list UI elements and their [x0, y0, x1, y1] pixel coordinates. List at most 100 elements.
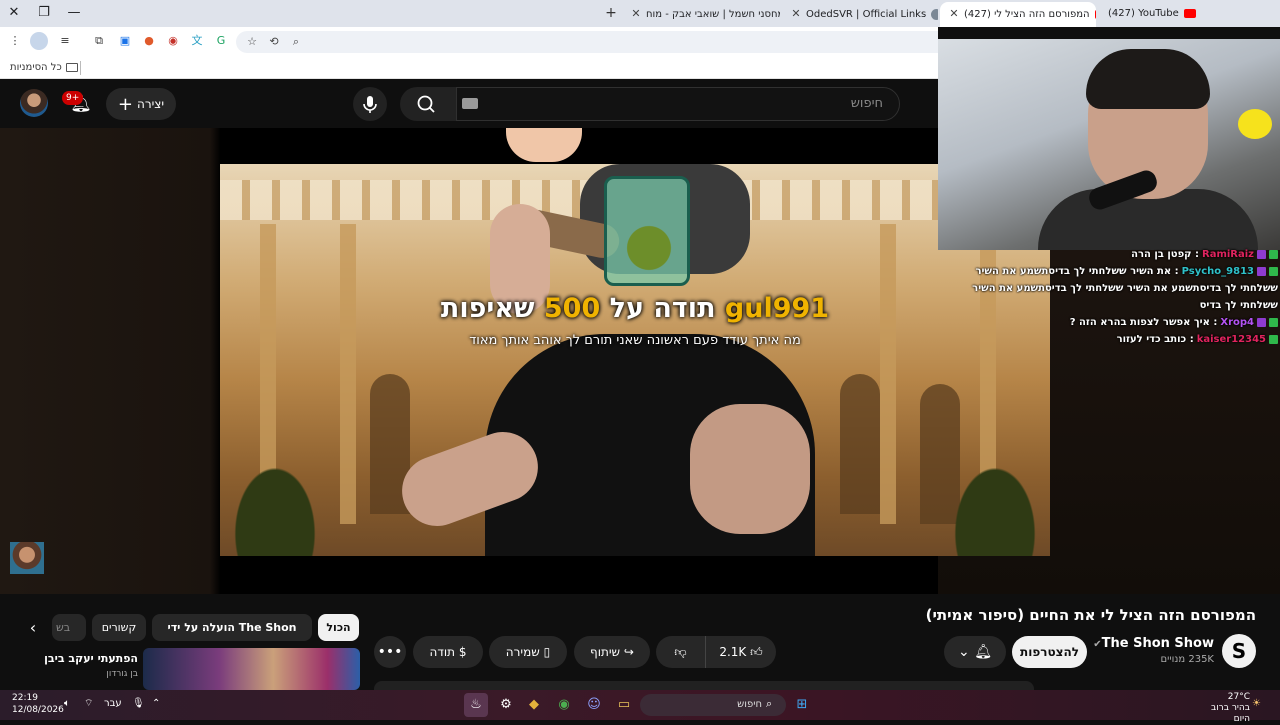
maximize-icon[interactable]: ❐: [34, 4, 54, 22]
recommended-video-thumbnail[interactable]: [143, 648, 360, 690]
like-button[interactable]: 2.1K 👍︎: [706, 636, 776, 668]
bookmarks-folder-label: כל הסימניות: [10, 62, 62, 73]
discord-icon[interactable]: ☺: [582, 693, 606, 717]
tray-chevron-up-icon[interactable]: ⌃: [152, 697, 160, 711]
create-button[interactable]: + יצירה: [106, 88, 176, 120]
microphone-icon[interactable]: 🎙︎: [132, 697, 145, 711]
recommended-video-author: בן גורדון: [106, 669, 138, 679]
windows-start-icon[interactable]: ⊞: [790, 693, 814, 717]
tab-close-icon[interactable]: ✕: [948, 2, 960, 26]
file-explorer-icon[interactable]: ▭: [612, 693, 636, 717]
chip-partial[interactable]: בש: [52, 614, 86, 641]
share-label: שיתוף: [590, 645, 621, 659]
extension-red-icon[interactable]: ◉: [164, 32, 182, 50]
menu-dots-icon[interactable]: ⋮: [6, 32, 24, 50]
weather-desc: בהיר ברוב היום: [1211, 703, 1250, 724]
share-arrow-icon: ↪: [623, 645, 634, 659]
language-indicator[interactable]: עבר: [104, 697, 122, 711]
tab-store[interactable]: ✕ מחסני חשמל | שואבי אבק - מוח: [622, 2, 780, 27]
divider: [80, 61, 81, 75]
chip-all[interactable]: הכול: [318, 614, 359, 641]
search-button[interactable]: [400, 87, 456, 121]
chip-uploaded-by[interactable]: הועלה על ידי The Shon Show: [152, 614, 312, 661]
donation-amount: 500: [543, 293, 601, 324]
chrome-icon[interactable]: ◉: [552, 693, 576, 717]
search-input[interactable]: חיפוש: [456, 87, 900, 121]
subscription-bell-button[interactable]: ⌄ 🔔︎: [944, 636, 1006, 668]
weather-widget[interactable]: 27°C בהיר ברוב היום: [1196, 692, 1250, 725]
tab-oded-links[interactable]: ✕ OdedSVR | Official Links: [782, 2, 938, 27]
tab-youtube[interactable]: (427) YouTube: [1100, 2, 1260, 27]
taskbar-search[interactable]: חיפוש: [640, 694, 786, 716]
chevron-left-icon[interactable]: ‹: [20, 614, 46, 641]
like-count: 2.1K: [719, 645, 747, 659]
notification-badge: 9+: [62, 91, 84, 105]
chat-username: kaiser12345: [1196, 334, 1266, 345]
tab-title: מחסני חשמל | שואבי אבק - מוח: [646, 9, 780, 20]
profile-icon[interactable]: [30, 32, 48, 50]
account-avatar[interactable]: [20, 89, 48, 117]
minimize-icon[interactable]: —: [64, 4, 84, 22]
description-box[interactable]: [374, 681, 1034, 690]
stream-chat: RamiRaiz: קפטן בן הרה Psycho_9813: את הש…: [938, 246, 1280, 348]
save-label: שמירה: [505, 645, 540, 659]
chat-message: Xrop4: איך אפשר לצפות בהרא הזה ?: [950, 314, 1280, 331]
donation-unit: שאיפות: [440, 293, 535, 324]
tab-current-video[interactable]: ✕ (427) המפורסם הזה הציל לי: [940, 2, 1096, 27]
clock-time: 22:19: [12, 693, 38, 703]
video-frame[interactable]: [220, 164, 1050, 556]
extensions-icon[interactable]: ⧉: [90, 32, 108, 50]
voice-search-button[interactable]: [353, 87, 387, 121]
volume-icon[interactable]: 🔈︎: [64, 697, 70, 711]
chat-message: kaiser12345: כותב כדי לעזור: [950, 331, 1280, 348]
reading-list-icon[interactable]: ≡: [56, 32, 74, 50]
chat-username: Xrop4: [1220, 317, 1254, 328]
extension-orange-icon[interactable]: ●: [140, 32, 158, 50]
install-icon[interactable]: ⟲: [266, 34, 282, 50]
extension-screen-icon[interactable]: ▣: [116, 32, 134, 50]
new-tab-icon[interactable]: +: [603, 4, 619, 22]
extension-grammarly-icon[interactable]: G: [212, 32, 230, 50]
thumbs-down-icon: 👎︎: [674, 645, 687, 659]
chat-message: RamiRaiz: קפטן בן הרה: [950, 246, 1280, 263]
chat-text: איך אפשר לצפות בהרא הזה ?: [1069, 317, 1210, 328]
subscriber-count: 235K מנויים: [1160, 654, 1214, 665]
recommended-video-title[interactable]: הפתעתי יעקב ביבן: [20, 652, 138, 665]
microphone-icon: [363, 96, 377, 113]
zoom-icon[interactable]: ⌕: [288, 34, 304, 50]
thanks-button[interactable]: תודה $: [413, 636, 483, 668]
address-bar[interactable]: [236, 31, 938, 53]
extension-translate-icon[interactable]: 文: [188, 32, 206, 50]
chip-related[interactable]: קשורים: [92, 614, 146, 641]
tab-close-icon[interactable]: ✕: [790, 2, 802, 26]
channel-avatar[interactable]: S: [1222, 634, 1256, 668]
tab-close-icon[interactable]: ✕: [630, 2, 642, 26]
bookmark-star-icon[interactable]: ☆: [244, 34, 260, 50]
settings-gear-icon[interactable]: ⚙: [494, 693, 518, 717]
kick-badge-icon: [1269, 249, 1278, 259]
tab-title: (427) YouTube: [1108, 8, 1179, 19]
more-actions-button[interactable]: •••: [374, 636, 406, 668]
dislike-button[interactable]: 👎︎: [656, 636, 706, 668]
chat-username: RamiRaiz: [1202, 249, 1254, 260]
save-button[interactable]: שמירה ▯: [489, 636, 567, 668]
all-bookmarks-folder[interactable]: כל הסימניות: [10, 60, 78, 76]
palace-column: [340, 224, 356, 524]
weather-temp: 27°C: [1227, 692, 1250, 702]
game-app-icon[interactable]: ◆: [522, 693, 546, 717]
close-window-icon[interactable]: ✕: [4, 4, 24, 22]
network-icon[interactable]: ⌔: [84, 697, 93, 711]
keyboard-icon[interactable]: [462, 98, 478, 109]
avatar-icon: [931, 8, 938, 20]
jar-contents: [618, 224, 680, 272]
subscribe-button[interactable]: להצטרפות: [1012, 636, 1087, 668]
create-label: יצירה: [136, 97, 165, 111]
super-thanks-icon: $: [458, 645, 467, 659]
plus-icon: +: [117, 93, 133, 115]
steam-icon[interactable]: ♨: [464, 693, 488, 717]
donation-alert-title: gul991 תודה על 500 שאיפות: [220, 293, 1050, 324]
rubber-duck: [1238, 109, 1272, 139]
share-button[interactable]: שיתוף ↪: [574, 636, 650, 668]
clock[interactable]: 22:19 12/08/2026: [12, 692, 64, 716]
channel-name-text: The Shon Show: [1101, 636, 1214, 651]
